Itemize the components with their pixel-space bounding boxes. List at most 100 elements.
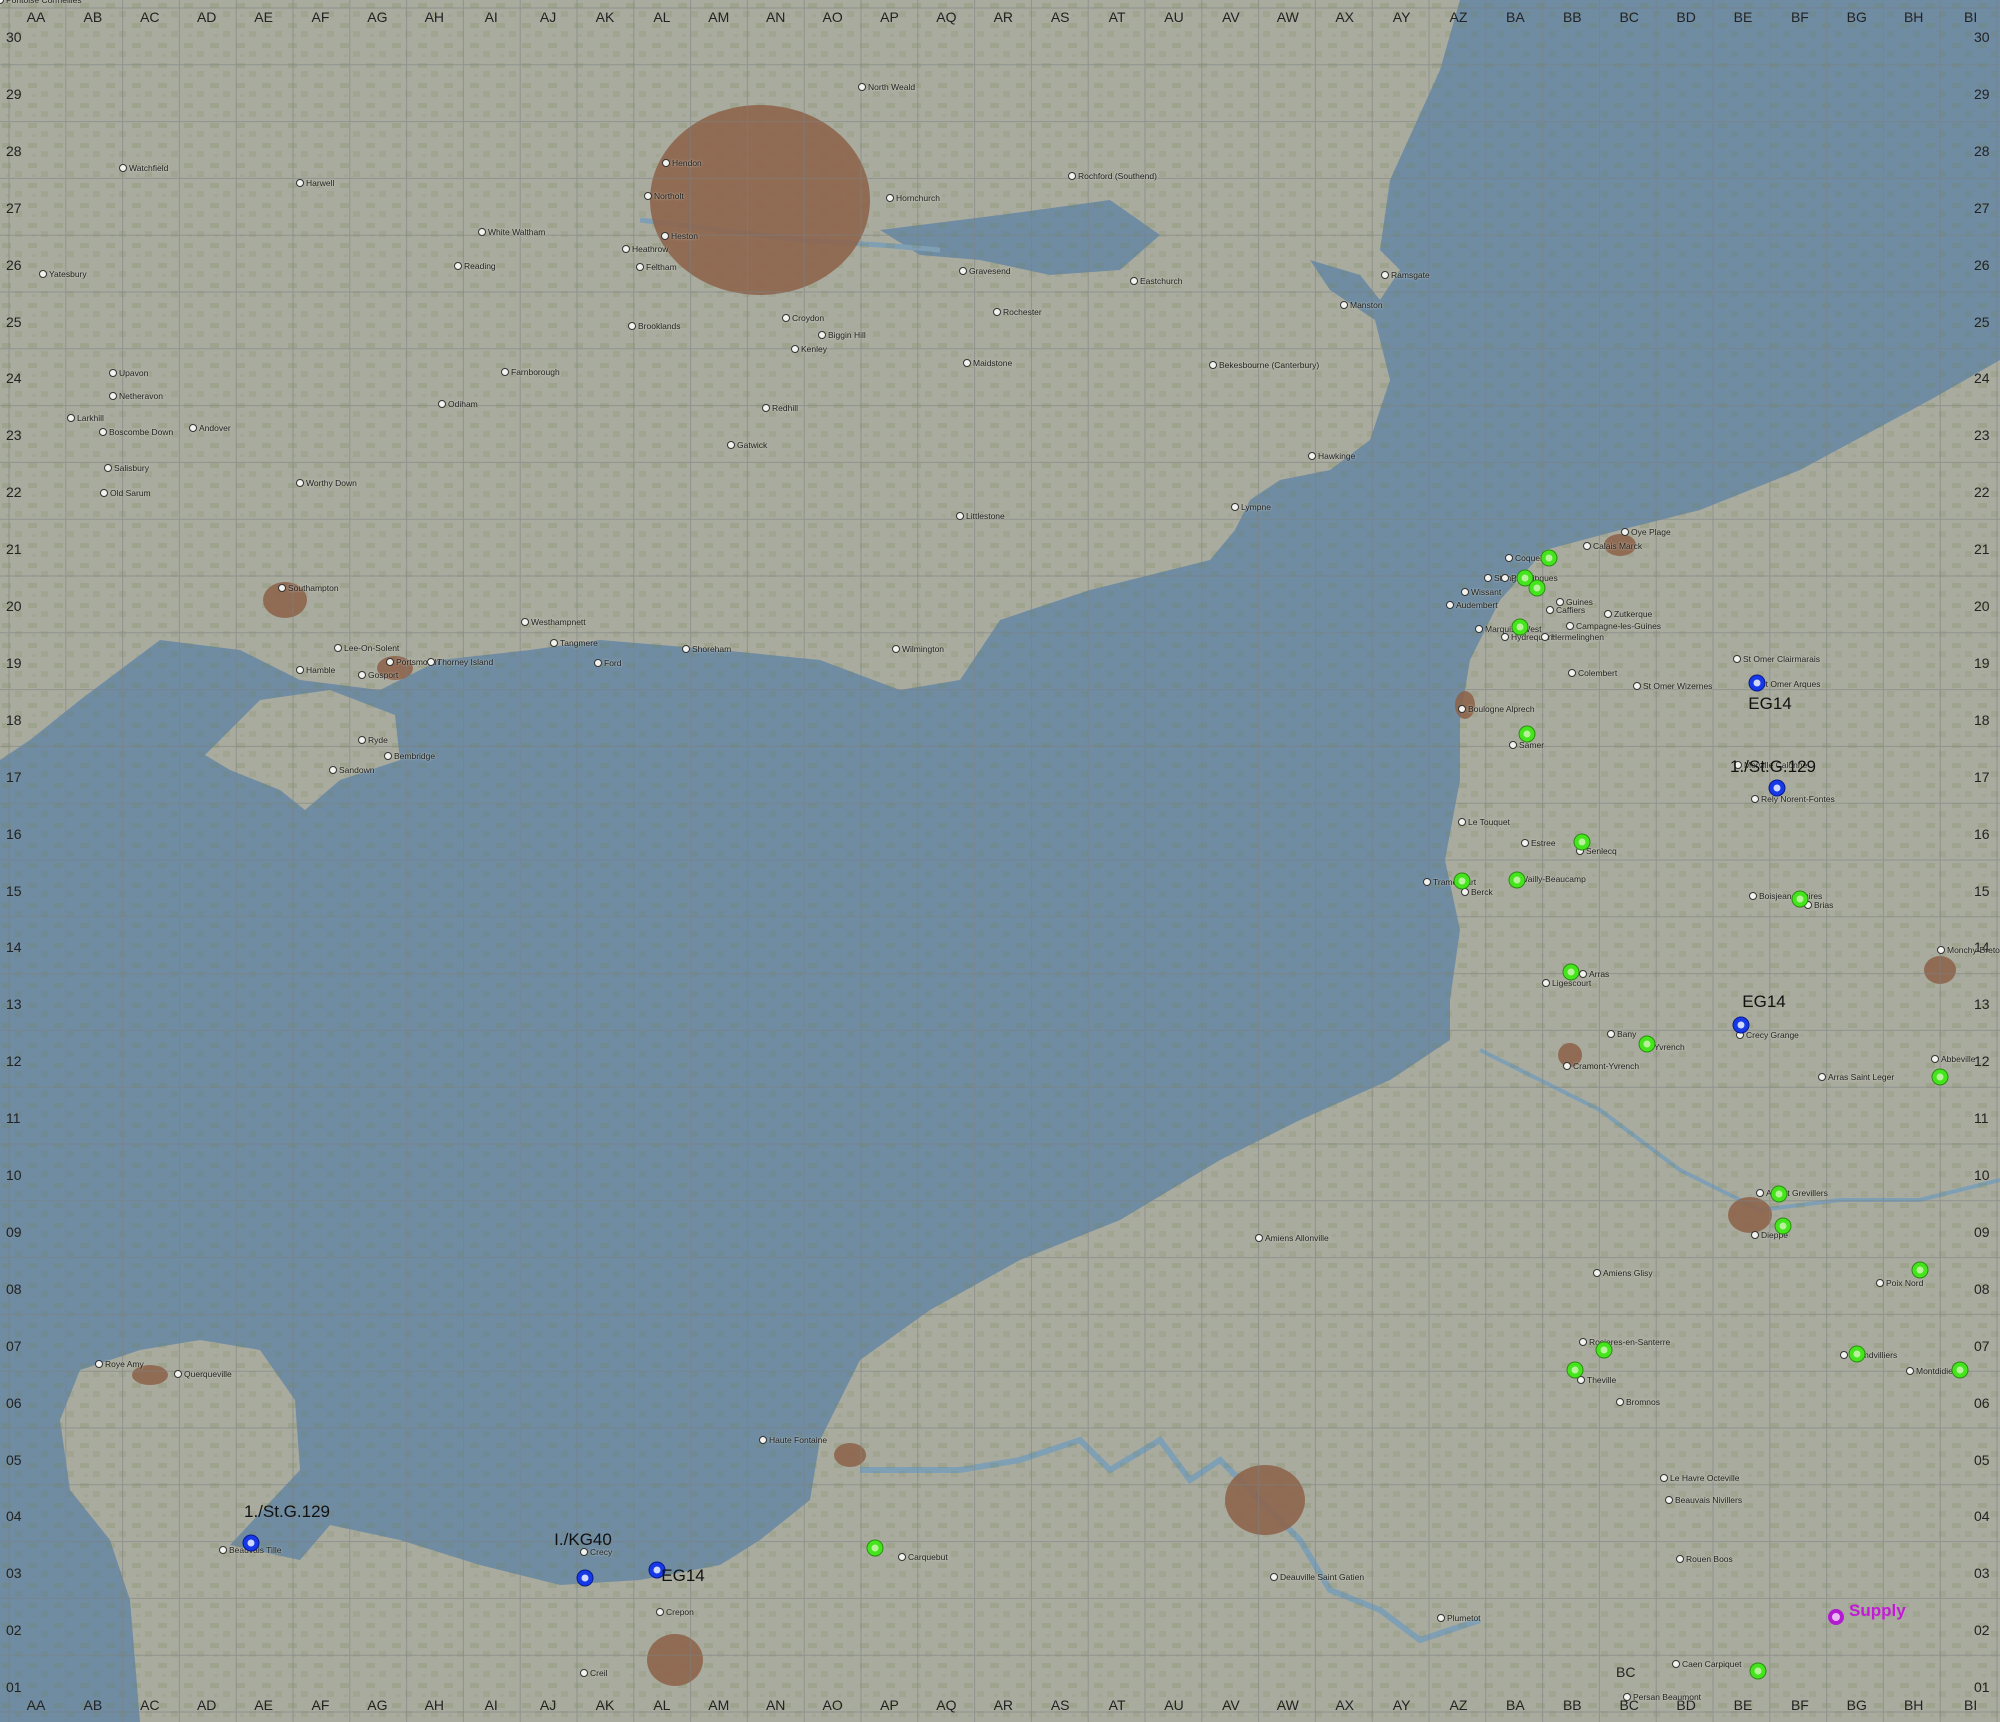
friendly-airfield-icon[interactable] — [1849, 1346, 1865, 1362]
town-marker-icon — [109, 369, 117, 377]
friendly-airfield-icon[interactable] — [1454, 873, 1470, 889]
town-marker-icon — [104, 464, 112, 472]
town-marker-icon — [1931, 1055, 1939, 1063]
town-marker-icon — [1840, 1351, 1848, 1359]
town-marker-icon — [898, 1553, 906, 1561]
friendly-airfield-icon[interactable] — [1771, 1186, 1787, 1202]
town-marker-icon — [759, 1436, 767, 1444]
friendly-airfield-icon[interactable] — [1574, 834, 1590, 850]
town-marker-icon — [67, 414, 75, 422]
town-marker-icon — [550, 639, 558, 647]
town-marker-icon — [278, 584, 286, 592]
town-marker-icon — [858, 83, 866, 91]
town-marker-icon — [384, 752, 392, 760]
town-marker-icon — [1672, 1660, 1680, 1668]
calais-urban — [1604, 534, 1636, 556]
caen-urban — [647, 1634, 703, 1686]
town-marker-icon — [580, 1669, 588, 1677]
town-marker-icon — [622, 245, 630, 253]
enemy-unit-icon[interactable] — [1769, 780, 1785, 796]
town-marker-icon — [1231, 503, 1239, 511]
town-marker-icon — [1579, 1338, 1587, 1346]
friendly-airfield-icon[interactable] — [1952, 1362, 1968, 1378]
friendly-airfield-icon[interactable] — [1529, 580, 1545, 596]
town-marker-icon — [662, 159, 670, 167]
friendly-airfield-icon[interactable] — [1567, 1362, 1583, 1378]
town-marker-icon — [1568, 669, 1576, 677]
friendly-airfield-icon[interactable] — [1912, 1262, 1928, 1278]
town-marker-icon — [1484, 574, 1492, 582]
town-marker-icon — [1068, 172, 1076, 180]
town-marker-icon — [95, 1360, 103, 1368]
map-terrain — [0, 0, 2000, 1722]
friendly-airfield-icon[interactable] — [1541, 550, 1557, 566]
town-marker-icon — [886, 194, 894, 202]
town-marker-icon — [1577, 1376, 1585, 1384]
town-marker-icon — [656, 1608, 664, 1616]
enemy-unit-icon[interactable] — [649, 1562, 665, 1578]
town-marker-icon — [1876, 1279, 1884, 1287]
town-marker-icon — [791, 345, 799, 353]
town-marker-icon — [1579, 970, 1587, 978]
enemy-unit-icon[interactable] — [1749, 675, 1765, 691]
supply-marker-icon[interactable] — [1828, 1609, 1844, 1625]
town-marker-icon — [1501, 633, 1509, 641]
town-marker-icon — [1270, 1573, 1278, 1581]
town-marker-icon — [478, 228, 486, 236]
town-marker-icon — [956, 512, 964, 520]
town-marker-icon — [1633, 682, 1641, 690]
friendly-airfield-icon[interactable] — [867, 1540, 883, 1556]
town-marker-icon — [296, 666, 304, 674]
town-marker-icon — [100, 489, 108, 497]
enemy-unit-icon[interactable] — [243, 1535, 259, 1551]
town-marker-icon — [189, 424, 197, 432]
friendly-airfield-icon[interactable] — [1932, 1069, 1948, 1085]
friendly-airfield-icon[interactable] — [1509, 872, 1525, 888]
friendly-airfield-icon[interactable] — [1639, 1036, 1655, 1052]
town-marker-icon — [386, 658, 394, 666]
friendly-airfield-icon[interactable] — [1512, 619, 1528, 635]
town-marker-icon — [1583, 542, 1591, 550]
town-marker-icon — [119, 164, 127, 172]
town-marker-icon — [1566, 622, 1574, 630]
town-marker-icon — [1461, 888, 1469, 896]
town-marker-icon — [1501, 574, 1509, 582]
tactical-map[interactable]: AA AA AB AB AC AC AD AD AE AE AF AF AG AG AH AH AI AI AJ AJ… — [0, 0, 2000, 1722]
town-marker-icon — [296, 479, 304, 487]
boulogne-urban — [1455, 691, 1475, 719]
town-marker-icon — [1475, 625, 1483, 633]
town-marker-icon — [1665, 1496, 1673, 1504]
town-marker-icon — [1509, 741, 1517, 749]
town-marker-icon — [727, 441, 735, 449]
town-marker-icon — [99, 428, 107, 436]
town-marker-icon — [1593, 1269, 1601, 1277]
friendly-airfield-icon[interactable] — [1596, 1342, 1612, 1358]
london-urban — [650, 105, 870, 295]
town-marker-icon — [329, 766, 337, 774]
town-marker-icon — [501, 368, 509, 376]
friendly-airfield-icon[interactable] — [1775, 1218, 1791, 1234]
town-marker-icon — [1521, 839, 1529, 847]
friendly-airfield-icon[interactable] — [1519, 726, 1535, 742]
town-marker-icon — [1751, 1231, 1759, 1239]
friendly-airfield-icon[interactable] — [1792, 891, 1808, 907]
field-texture — [0, 0, 2000, 1722]
town-marker-icon — [762, 404, 770, 412]
town-marker-icon — [782, 314, 790, 322]
town-marker-icon — [358, 671, 366, 679]
town-marker-icon — [219, 1546, 227, 1554]
friendly-airfield-icon[interactable] — [1750, 1663, 1766, 1679]
enemy-unit-icon[interactable] — [1733, 1017, 1749, 1033]
town-marker-icon — [1541, 633, 1549, 641]
town-marker-icon — [1660, 1474, 1668, 1482]
town-marker-icon — [594, 659, 602, 667]
friendly-airfield-icon[interactable] — [1563, 964, 1579, 980]
town-marker-icon — [1458, 705, 1466, 713]
town-marker-icon — [1255, 1234, 1263, 1242]
town-marker-icon — [438, 400, 446, 408]
portsmouth-urban — [377, 656, 413, 680]
town-marker-icon — [1423, 878, 1431, 886]
enemy-unit-icon[interactable] — [577, 1570, 593, 1586]
town-marker-icon — [636, 263, 644, 271]
town-marker-icon — [580, 1548, 588, 1556]
